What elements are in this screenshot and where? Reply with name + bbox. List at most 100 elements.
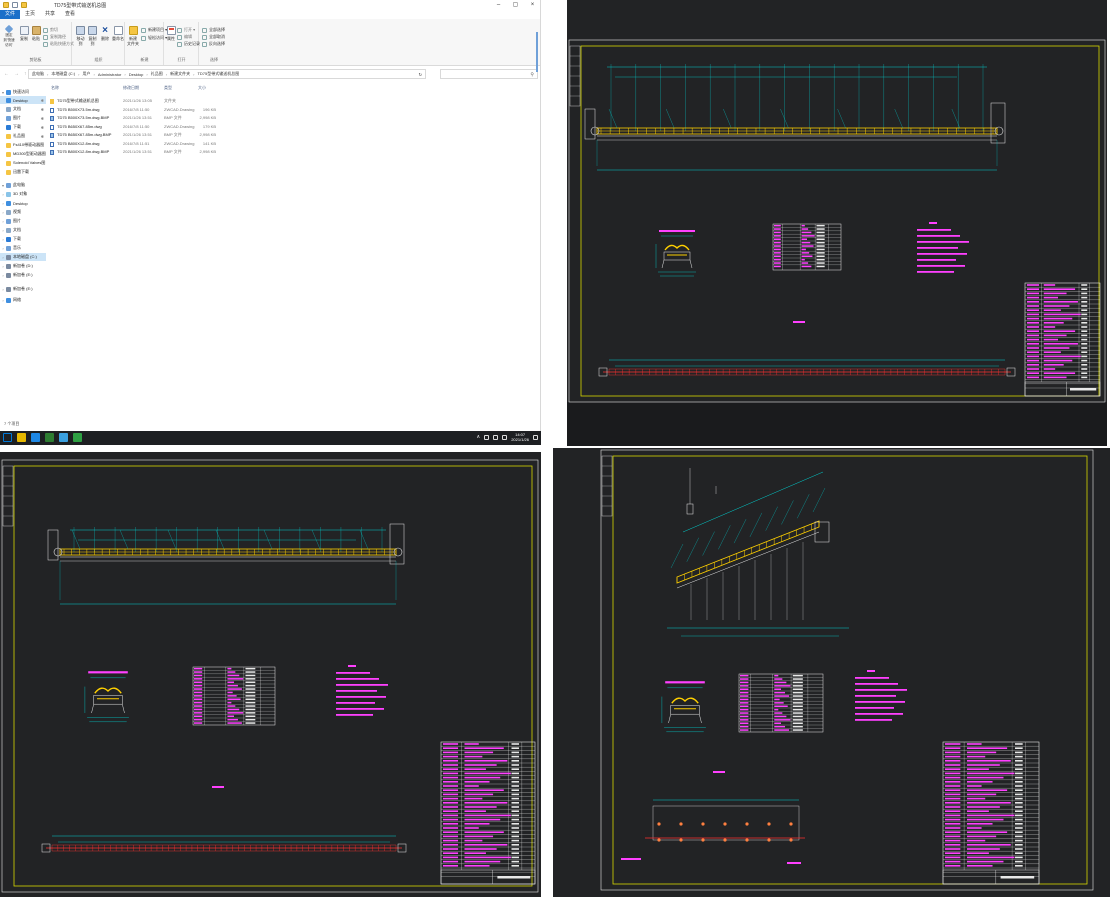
volume-icon[interactable] [493, 434, 499, 440]
file-row[interactable]: TD75型带式输送机总图 2021/1/26 13:05 文件夹 [48, 97, 228, 105]
nav-item[interactable]: › 新加卷 (D:) [0, 262, 46, 270]
up-arrow-icon[interactable]: ↑ [24, 71, 27, 77]
copy-to-button[interactable]: 复制到 [87, 26, 98, 46]
vertical-scrollbar[interactable] [535, 20, 539, 420]
nav-item[interactable]: 文档 ✱ [0, 105, 46, 113]
nav-item[interactable]: ▾ 快速访问 [0, 88, 46, 96]
history-button[interactable]: 历史记录 [177, 41, 200, 47]
select-all-button[interactable]: 全部选择 [202, 27, 225, 33]
nav-item[interactable]: › 文档 [0, 226, 46, 234]
new-folder-icon[interactable] [21, 2, 27, 8]
nav-item[interactable]: 下载 ✱ [0, 123, 46, 131]
notes-text [855, 695, 896, 697]
plan-label [212, 786, 224, 788]
new-folder-button[interactable]: 新建 文件夹 [127, 26, 139, 46]
open-button[interactable]: 打开 ▾ [177, 27, 195, 33]
cut-icon [43, 27, 48, 33]
breadcrumb-item[interactable]: TD75型带式输送机总图 [197, 71, 239, 77]
tray-expand-icon[interactable]: ∧ [477, 434, 481, 440]
file-row[interactable]: TD75 B800X12.8m.dwg.BMP 2021/1/26 13:51 BM… [48, 148, 228, 156]
file-row[interactable]: TD75 B650X67.85m.dwg.BMP 2021/1/26 13:51 B… [48, 131, 228, 139]
breadcrumb-item[interactable]: Desktop [129, 72, 144, 77]
network-icon[interactable] [484, 434, 490, 440]
back-arrow-icon[interactable]: ← [4, 71, 9, 77]
file-row[interactable]: TD75 B500X73.5m.dwg 2016/7/8 11:50 ZWCAD.D… [48, 106, 228, 114]
forward-arrow-icon[interactable]: → [14, 71, 19, 77]
tab-share[interactable]: 共享 [40, 10, 60, 19]
nav-item[interactable]: › 网络 [0, 296, 46, 304]
copy-button[interactable]: 复制 [19, 26, 29, 41]
excel-icon[interactable] [73, 433, 82, 442]
clock[interactable]: 14:07 2021/1/26 [511, 432, 529, 442]
breadcrumb-item[interactable]: 此电脑 [32, 71, 44, 77]
nav-item[interactable]: MD300型驱动器图 [0, 150, 46, 158]
nav-item[interactable]: › 视频 [0, 208, 46, 216]
input-method-icon[interactable] [502, 434, 508, 440]
notes-text [917, 241, 969, 243]
edge-icon[interactable] [59, 433, 68, 442]
nav-item[interactable]: ▾ 此电脑 [0, 181, 46, 189]
column-header-size[interactable]: 大小 [198, 84, 206, 92]
task-view-icon[interactable] [17, 433, 26, 442]
nav-item[interactable]: 礼品图 ✱ [0, 132, 46, 140]
move-to-button[interactable]: 移动到 [75, 26, 86, 46]
file-row[interactable]: TD75 B500X73.5m.dwg.BMP 2021/1/26 13:51 BM… [48, 114, 228, 122]
new-item-button[interactable]: 新建项目 ▾ [141, 27, 167, 33]
nav-item[interactable]: Desktop ✱ [0, 96, 46, 104]
paste-button[interactable]: 粘贴 [31, 26, 41, 41]
nav-item[interactable]: › 下载 [0, 235, 46, 243]
address-field[interactable]: 此电脑 › 本地磁盘 (C:) › 用户 › Administrator › Desktop › 礼… [28, 69, 426, 79]
nav-item[interactable]: 迅雷下载 [0, 168, 46, 176]
minimize-button[interactable]: – [490, 0, 507, 10]
refresh-icon[interactable]: ↻ [419, 72, 422, 77]
delete-button[interactable]: × 删除 [100, 26, 110, 42]
title-block-text [1015, 814, 1023, 817]
breadcrumb-item[interactable]: Administrator [98, 72, 122, 77]
close-button[interactable]: × [524, 0, 540, 10]
file-row[interactable]: TD75 B650X67.85m.dwg 2016/7/8 11:50 ZWCAD.… [48, 123, 228, 131]
column-header-type[interactable]: 类型 [164, 84, 172, 92]
nav-item[interactable]: › 新加卷 (E:) [0, 285, 46, 293]
column-header-name[interactable]: 名称 [51, 84, 59, 92]
notification-icon[interactable] [533, 434, 538, 440]
nav-item[interactable]: 图片 ✱ [0, 114, 46, 122]
breadcrumb-item[interactable]: 用户 [82, 71, 90, 77]
nav-item[interactable]: Fs410带驱动器图 [0, 141, 46, 149]
browser-icon[interactable] [45, 433, 54, 442]
breadcrumb-item[interactable]: 礼品图 [151, 71, 163, 77]
tab-file[interactable]: 文件 [0, 10, 21, 19]
start-windows-icon[interactable] [3, 433, 12, 442]
tab-home[interactable]: 主页 [20, 10, 40, 19]
title-block-text [464, 852, 486, 854]
nav-item[interactable]: › 音乐 [0, 244, 46, 252]
title-block-text [1081, 355, 1088, 358]
easy-access-button[interactable]: 轻松访问 ▾ [141, 35, 167, 41]
file-explorer-icon[interactable] [31, 433, 40, 442]
title-block-text [967, 772, 1015, 775]
title-block-text [945, 856, 961, 859]
pin-quick-access-button[interactable]: 固定到'快速访问' [2, 24, 16, 48]
breadcrumb-item[interactable]: 本地磁盘 (C:) [51, 71, 75, 77]
cut-button[interactable]: 剪切 [43, 27, 58, 33]
tab-view[interactable]: 查看 [60, 10, 80, 19]
properties-button[interactable]: 属性 [166, 26, 176, 41]
title-block-text [1043, 355, 1081, 358]
nav-item[interactable]: › 新加卷 (E:) [0, 271, 46, 279]
select-none-button[interactable]: 全部取消 [202, 34, 225, 40]
properties-icon[interactable] [12, 2, 18, 8]
rename-button[interactable]: 重命名 [112, 26, 124, 41]
nav-item[interactable]: Solenoid Valves图 [0, 159, 46, 167]
file-row[interactable]: TD75 B800X12.8m.dwg 2016/7/8 11:51 ZWCAD.D… [48, 140, 228, 148]
search-input[interactable]: ⚲ [440, 69, 538, 79]
maximize-button[interactable]: ▢ [507, 0, 524, 10]
edit-button[interactable]: 编辑 [177, 34, 192, 40]
copy-path-button[interactable]: 复制路径 [43, 34, 66, 40]
nav-item[interactable]: › Desktop [0, 199, 46, 207]
nav-item[interactable]: › 3D 对象 [0, 190, 46, 198]
invert-selection-button[interactable]: 反向选择 [202, 41, 225, 47]
nav-item[interactable]: › 本地磁盘 (C:) [0, 253, 46, 261]
nav-item[interactable]: › 图片 [0, 217, 46, 225]
column-header-date[interactable]: 修改日期 [123, 84, 139, 92]
paste-shortcut-button[interactable]: 粘贴快捷方式 [43, 41, 74, 47]
breadcrumb-item[interactable]: 新建文件夹 [170, 71, 190, 77]
